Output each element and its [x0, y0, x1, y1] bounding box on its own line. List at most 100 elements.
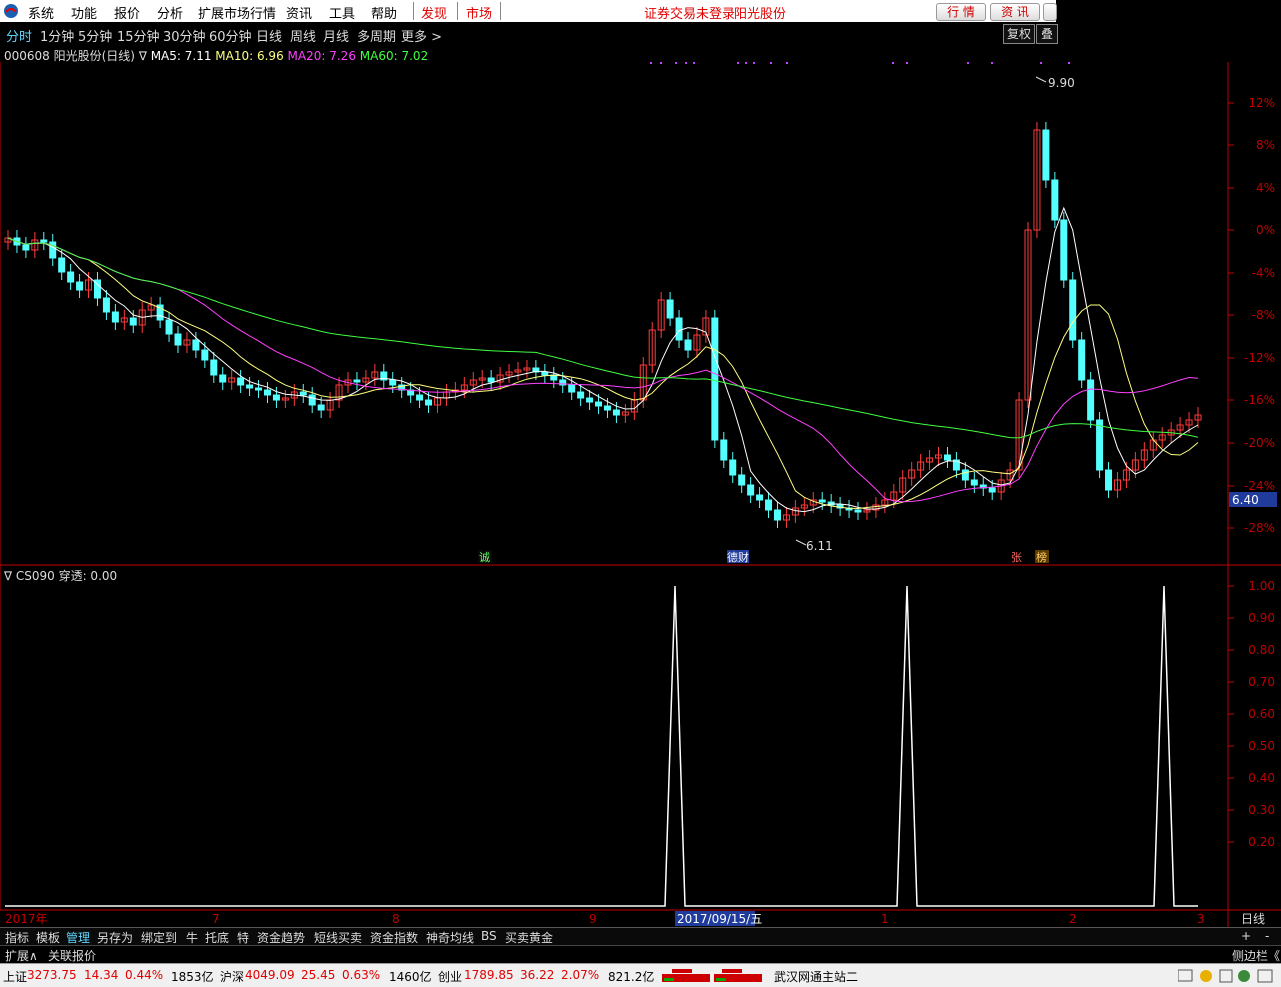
tab-bind-to[interactable]: 绑定到 [141, 929, 177, 946]
tab-fund-trend[interactable]: 资金趋势 [257, 929, 305, 946]
candle-body [970, 479, 978, 486]
hs-index-amount: 1460亿 [389, 970, 432, 984]
candle-body [1078, 339, 1086, 381]
signal-dot [745, 62, 747, 64]
candle-body [487, 377, 495, 383]
candle-body [1105, 469, 1113, 491]
hs-index-name[interactable]: 沪深 [220, 968, 244, 985]
sh-index-change: 14.34 [84, 968, 119, 982]
event-marker-4[interactable]: 榜 [1036, 550, 1047, 564]
indicator-tick-label: 0.50 [1248, 739, 1275, 753]
tab-save-as[interactable]: 另存为 [97, 929, 133, 946]
hs-index-pct: 0.63% [342, 968, 381, 982]
candle-body [943, 454, 951, 461]
extension-bar: 扩展∧ 关联报价 侧边栏《 [0, 945, 1281, 964]
tab-template[interactable]: 模板 [36, 929, 60, 946]
candle-body [129, 317, 137, 326]
event-marker-1[interactable]: 诚 [479, 551, 490, 564]
candle-body [568, 384, 576, 393]
price-tick-label: -12% [1244, 351, 1275, 365]
candle-body [1069, 279, 1077, 341]
price-tick-label: -24% [1244, 479, 1275, 493]
x-label-year: 2017年 [5, 912, 48, 926]
event-marker-2[interactable]: 德财 [727, 550, 749, 564]
tab-manage[interactable]: 管理 [66, 929, 90, 946]
signal-dot [685, 62, 687, 64]
x-label-jul: 7 [212, 912, 220, 926]
signal-dot [1068, 62, 1070, 64]
signal-dot [906, 62, 908, 64]
sh-index-amount: 1853亿 [171, 970, 214, 984]
tab-short-trade[interactable]: 短线买卖 [314, 929, 362, 946]
sidebar-toggle[interactable]: 侧边栏《 [1232, 947, 1280, 964]
signal-dot [786, 62, 788, 64]
sh-index-name[interactable]: 上证 [3, 968, 27, 985]
add-tab-button[interactable]: + [1241, 929, 1251, 943]
server-name[interactable]: 武汉网通主站二 [774, 968, 858, 985]
candle-body [308, 394, 316, 406]
candle-body [603, 405, 611, 411]
remove-tab-button[interactable]: - [1265, 929, 1269, 943]
ma10-line [7, 237, 1199, 510]
price-tick-label: -28% [1244, 521, 1275, 535]
candle-body [595, 401, 603, 407]
cy-index-name[interactable]: 创业 [438, 968, 462, 985]
high-price-label: 9.90 [1048, 76, 1075, 90]
signal-dot [693, 62, 695, 64]
indicator-tick-label: 0.40 [1248, 771, 1275, 785]
signal-dot [1040, 62, 1042, 64]
candle-body [612, 409, 620, 416]
indicator-line [5, 585, 1198, 907]
indicator-tick-label: 1.00 [1248, 579, 1275, 593]
price-tick-label: -20% [1244, 436, 1275, 450]
candle-body [666, 299, 674, 319]
candle-body [586, 397, 594, 403]
tab-bull[interactable]: 牛 [186, 929, 198, 946]
current-price-label: 6.40 [1232, 493, 1259, 507]
candle-body [165, 319, 173, 335]
x-label-mar: 3 [1197, 912, 1205, 926]
candle-body [711, 317, 719, 441]
period-indicator: 日线 [1241, 912, 1265, 926]
chart-area[interactable]: 12% 8% 4% 0% -4% -8% -12% -16% -20% -24% -28% 1.00… [0, 0, 1281, 927]
extend-toggle[interactable]: 扩展∧ [5, 947, 38, 964]
tab-special[interactable]: 特 [237, 929, 249, 946]
indicator-tick-label: 0.90 [1248, 611, 1275, 625]
hs-index-change: 25.45 [301, 968, 336, 982]
candle-body [675, 317, 683, 341]
tab-gold-trade[interactable]: 买卖黄金 [505, 929, 553, 946]
event-marker-3[interactable]: 张 [1011, 551, 1022, 564]
candle-body [684, 339, 692, 351]
price-tick-label: -4% [1252, 266, 1275, 280]
candle-body [738, 474, 746, 486]
indicator-tick-label: 0.20 [1248, 835, 1275, 849]
candle-body [1060, 219, 1068, 281]
price-tick-label: 0% [1256, 223, 1275, 237]
indicator-tab-bar: 指标 模板 管理 另存为 绑定到 牛 托底 特 资金趋势 短线买卖 资金指数 神… [0, 927, 1281, 946]
market-breadth-icon [662, 969, 762, 982]
tab-fund-index[interactable]: 资金指数 [370, 929, 418, 946]
x-label-feb: 2 [1069, 912, 1077, 926]
candle-body [49, 241, 57, 259]
x-label-nov: 1 [881, 912, 889, 926]
candle-body [961, 469, 969, 481]
price-tick-label: 8% [1256, 138, 1275, 152]
signal-dot [770, 62, 772, 64]
grid-icon [1257, 969, 1273, 983]
status-bar: 上证 3273.75 14.34 0.44% 1853亿 沪深 4049.09 … [0, 963, 1281, 987]
tab-magic-ma[interactable]: 神奇均线 [426, 929, 474, 946]
signal-dot [991, 62, 993, 64]
signal-dot [967, 62, 969, 64]
x-label-sep: 9 [589, 912, 597, 926]
signal-dot [660, 62, 662, 64]
related-quote-tab[interactable]: 关联报价 [48, 947, 96, 964]
candle-body [389, 379, 397, 386]
tab-indicator[interactable]: 指标 [5, 929, 29, 946]
tab-bottom[interactable]: 托底 [205, 929, 229, 946]
connection-icon [1238, 970, 1250, 982]
candle-body [237, 377, 245, 386]
candle-body [201, 349, 209, 361]
status-icons [1178, 969, 1273, 983]
candle-body [988, 487, 996, 493]
tab-bs[interactable]: BS [481, 929, 497, 943]
